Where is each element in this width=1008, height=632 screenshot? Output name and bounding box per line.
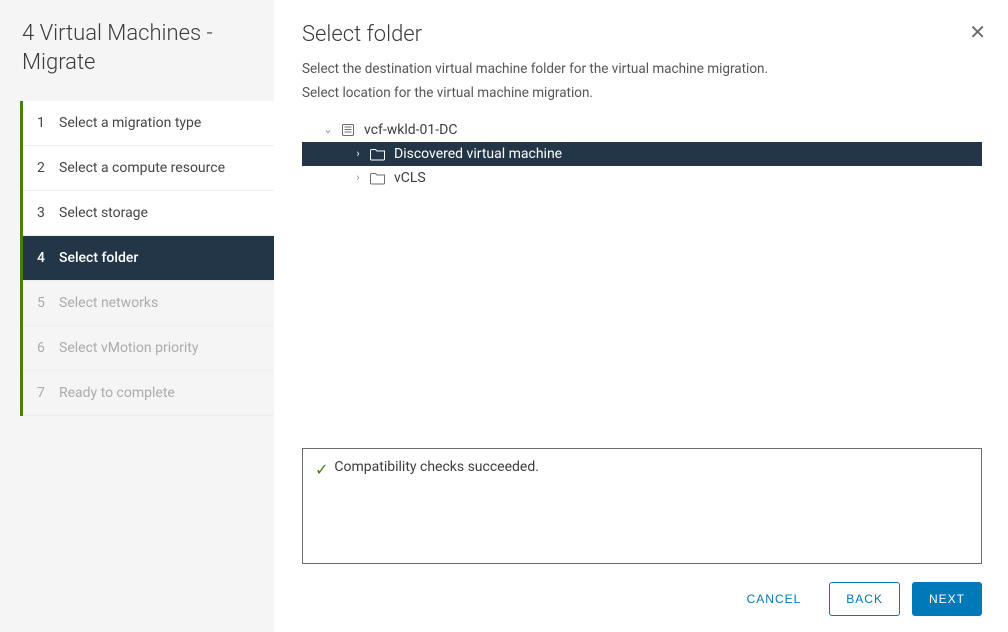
cancel-button[interactable]: CANCEL <box>731 582 818 616</box>
wizard-title: 4 Virtual Machines - Migrate <box>18 20 274 77</box>
chevron-down-icon[interactable]: ⌄ <box>322 123 334 136</box>
step-folder[interactable]: 4 Select folder <box>23 236 274 281</box>
page-description-2: Select location for the virtual machine … <box>302 83 982 103</box>
back-button[interactable]: BACK <box>829 582 900 616</box>
step-number: 5 <box>37 295 49 311</box>
datacenter-icon <box>340 122 358 138</box>
chevron-right-icon[interactable]: › <box>352 171 364 184</box>
step-number: 2 <box>37 160 49 176</box>
step-number: 4 <box>37 250 49 266</box>
wizard-footer: CANCEL BACK NEXT <box>302 582 982 616</box>
tree-node-label: vcf-wkld-01-DC <box>364 122 457 138</box>
check-icon: ✓ <box>315 460 328 479</box>
compatibility-message: Compatibility checks succeeded. <box>334 459 539 475</box>
step-compute-resource[interactable]: 2 Select a compute resource <box>23 146 274 191</box>
close-icon[interactable]: ✕ <box>969 22 986 42</box>
folder-icon <box>370 146 388 162</box>
tree-node-datacenter[interactable]: ⌄ vcf-wkld-01-DC <box>302 118 982 142</box>
step-label: Ready to complete <box>59 385 175 401</box>
tree-node-vcls[interactable]: › vCLS <box>302 166 982 190</box>
step-number: 1 <box>37 115 49 131</box>
wizard-steps: 1 Select a migration type 2 Select a com… <box>20 101 274 416</box>
compatibility-status: ✓ Compatibility checks succeeded. <box>302 448 982 564</box>
step-vmotion-priority: 6 Select vMotion priority <box>23 326 274 371</box>
folder-icon <box>370 170 388 186</box>
step-number: 7 <box>37 385 49 401</box>
step-label: Select networks <box>59 295 158 311</box>
step-label: Select a compute resource <box>59 160 225 176</box>
step-label: Select folder <box>59 250 138 266</box>
tree-node-discovered-vm[interactable]: › Discovered virtual machine <box>302 142 982 166</box>
step-networks: 5 Select networks <box>23 281 274 326</box>
main-panel: ✕ Select folder Select the destination v… <box>274 0 1008 632</box>
step-ready: 7 Ready to complete <box>23 371 274 416</box>
page-title: Select folder <box>302 22 982 47</box>
tree-node-label: Discovered virtual machine <box>394 146 562 162</box>
step-storage[interactable]: 3 Select storage <box>23 191 274 236</box>
wizard-sidebar: 4 Virtual Machines - Migrate 1 Select a … <box>0 0 274 632</box>
page-description-1: Select the destination virtual machine f… <box>302 59 982 79</box>
step-number: 3 <box>37 205 49 221</box>
tree-node-label: vCLS <box>394 170 426 186</box>
next-button[interactable]: NEXT <box>912 582 982 616</box>
chevron-right-icon[interactable]: › <box>352 147 364 160</box>
step-number: 6 <box>37 340 49 356</box>
step-label: Select storage <box>59 205 148 221</box>
step-label: Select vMotion priority <box>59 340 198 356</box>
folder-tree: ⌄ vcf-wkld-01-DC › Discovered virtual ma… <box>302 118 982 190</box>
step-label: Select a migration type <box>59 115 201 131</box>
step-migration-type[interactable]: 1 Select a migration type <box>23 101 274 146</box>
